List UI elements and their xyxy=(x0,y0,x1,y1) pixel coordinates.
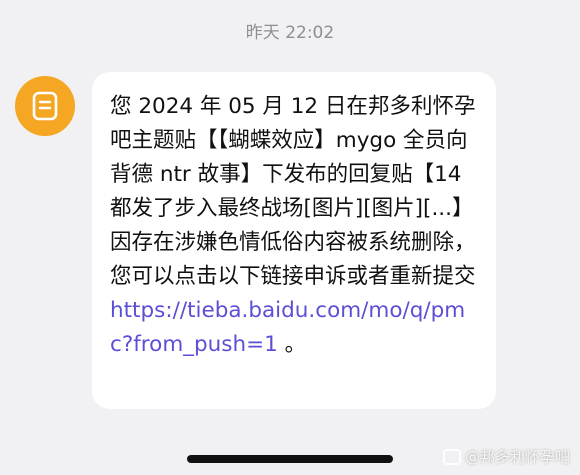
watermark-text: @邦多利怀孕吧 xyxy=(464,448,570,466)
message-bubble[interactable]: 您 2024 年 05 月 12 日在邦多利怀孕吧主题贴【【蝴蝶效应】mygo … xyxy=(92,72,496,409)
watermark: @邦多利怀孕吧 xyxy=(442,446,570,467)
message-end: 。 xyxy=(284,332,307,357)
watermark-logo-icon xyxy=(442,448,461,465)
sender-avatar[interactable] xyxy=(15,76,75,136)
message-doc-icon xyxy=(32,91,58,121)
message-timestamp: 昨天 22:02 xyxy=(245,23,335,43)
message-text: 您 2024 年 05 月 12 日在邦多利怀孕吧主题贴【【蝴蝶效应】mygo … xyxy=(110,94,476,289)
home-indicator[interactable] xyxy=(187,455,393,463)
